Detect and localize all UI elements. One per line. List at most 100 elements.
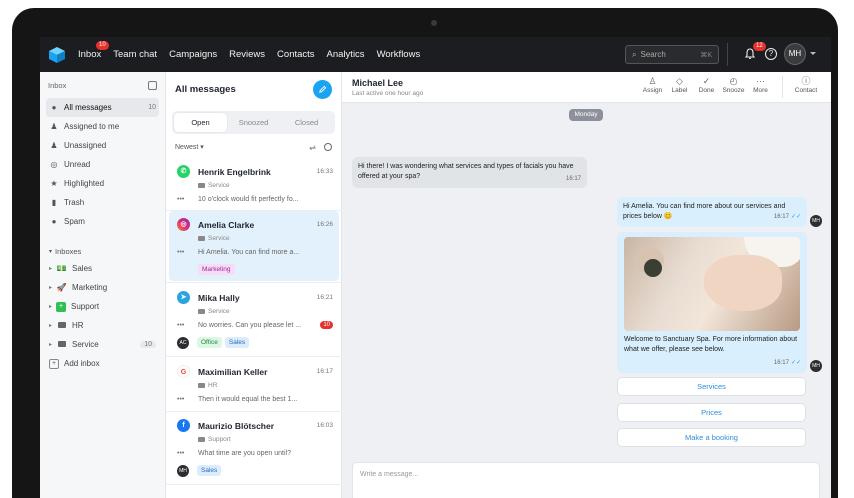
message-input[interactable]: Write a message...	[352, 462, 820, 498]
incoming-message: Hi there! I was wondering what services …	[352, 157, 587, 188]
sidebar-item-spam[interactable]: ● Spam	[46, 212, 159, 231]
sidebar-item-all-messages[interactable]: ● All messages 10	[46, 98, 159, 117]
folder-icon	[198, 235, 205, 241]
contact-name: Michael Lee	[352, 77, 404, 88]
sidebar-header: Inbox	[40, 72, 165, 98]
list-item[interactable]: f Maurizio Blötscher 16:03 Support ••• Wh…	[169, 412, 339, 484]
search-input[interactable]: ⌕ Search ⌘K	[625, 45, 719, 64]
done-button[interactable]: ✓ Done	[693, 76, 720, 94]
message-text: Welcome to Sanctuary Spa. For more infor…	[624, 336, 798, 353]
divider	[166, 282, 342, 283]
label-icon: ◇	[676, 76, 683, 86]
check-icon: ✓	[702, 76, 711, 86]
tab-snoozed[interactable]: Snoozed	[227, 113, 280, 132]
message-time: 16:17 ✓✓	[773, 213, 801, 220]
read-check-icon: ✓✓	[790, 213, 801, 220]
sidebar-item-unassigned[interactable]: ♟ Unassigned	[46, 136, 159, 155]
list-item[interactable]: ➤ Mika Hally 16:21 Service ••• No worries…	[169, 284, 339, 354]
sort-row: Newest ▾ ⇌	[166, 137, 341, 157]
sidebar-item-trash[interactable]: ▮ Trash	[46, 193, 159, 212]
inboxes-section-toggle[interactable]: ▾ Inboxes	[40, 243, 165, 259]
list-item[interactable]: ✆ Henrik Engelbrink 16:33 Service ••• 10 …	[169, 158, 339, 210]
nav-campaigns[interactable]: Campaigns	[169, 49, 217, 60]
contact-name: Henrik Engelbrink	[198, 166, 271, 177]
outgoing-media-message: Welcome to Sanctuary Spa. For more infor…	[617, 232, 807, 373]
quick-reply-make-booking[interactable]: Make a booking	[617, 428, 806, 447]
list-item[interactable]: ◎ Amelia Clarke 16:26 Service ••• Hi Amel…	[169, 211, 339, 281]
sidebar-item-highlighted[interactable]: ★ Highlighted	[46, 174, 159, 193]
google-icon: G	[177, 365, 190, 378]
nav-analytics[interactable]: Analytics	[327, 49, 365, 60]
filter-icon[interactable]: ⇌	[309, 143, 316, 152]
add-inbox-button[interactable]: + Add inbox	[46, 354, 159, 373]
whatsapp-icon: ✆	[177, 165, 190, 178]
app-logo-icon[interactable]	[48, 46, 66, 64]
quick-reply-prices[interactable]: Prices	[617, 403, 806, 422]
contact-button[interactable]: ⓘ Contact	[791, 76, 821, 94]
folder-icon	[198, 436, 205, 442]
avatar: AC	[177, 336, 189, 349]
search-icon[interactable]	[324, 143, 332, 151]
assign-button[interactable]: ♙ Assign	[639, 76, 666, 94]
tag-sales: Sales	[197, 465, 222, 476]
more-icon: •••	[177, 248, 185, 256]
snooze-button[interactable]: ◴ Snooze	[720, 76, 747, 94]
divider	[166, 484, 342, 485]
compose-button[interactable]	[313, 79, 332, 99]
quick-reply-services[interactable]: Services	[617, 377, 806, 396]
timestamp: 16:17	[316, 368, 333, 375]
sidebar-item-unread[interactable]: ◎ Unread	[46, 155, 159, 174]
telegram-icon: ➤	[177, 291, 190, 304]
sidebar-toggle-icon[interactable]	[148, 80, 157, 90]
message-preview: What time are you open until?	[198, 449, 291, 457]
chevron-down-icon[interactable]	[810, 52, 816, 55]
nav-team-chat[interactable]: Team chat	[113, 49, 157, 60]
chevron-right-icon: ▸	[49, 285, 53, 291]
timestamp: 16:21	[316, 294, 333, 301]
eye-off-icon: ◎	[50, 160, 58, 169]
help-icon[interactable]: ?	[765, 48, 777, 60]
nav-contacts[interactable]: Contacts	[277, 49, 315, 60]
chevron-right-icon: ▸	[49, 266, 53, 272]
tab-open[interactable]: Open	[174, 113, 227, 132]
agent-avatar: MH	[810, 360, 822, 372]
last-active-status: Last active one hour ago	[352, 89, 424, 97]
sidebar-inbox-hr[interactable]: ▸ HR	[46, 316, 159, 335]
divider	[782, 76, 783, 98]
folder-icon	[56, 340, 67, 349]
tab-closed[interactable]: Closed	[280, 113, 333, 132]
chat-panel: Michael Lee Last active one hour ago ♙ As…	[342, 72, 831, 498]
more-button[interactable]: ··· More	[747, 76, 774, 94]
list-item[interactable]: G Maximilian Keller 16:17 HR ••• Then it …	[169, 358, 339, 410]
sort-dropdown[interactable]: Newest ▾	[175, 143, 204, 151]
sidebar-inbox-sales[interactable]: ▸ 💵 Sales	[46, 259, 159, 278]
rocket-icon: 🚀	[56, 283, 67, 292]
contact-name: Maximilian Keller	[198, 366, 268, 377]
device-frame: Inbox 10 Team chat Campaigns Reviews Con…	[12, 8, 838, 498]
sidebar-inbox-marketing[interactable]: ▸ 🚀 Marketing	[46, 278, 159, 297]
plus-box-icon: +	[56, 301, 67, 312]
label-button[interactable]: ◇ Label	[666, 76, 693, 94]
nav-reviews[interactable]: Reviews	[229, 49, 265, 60]
list-title: All messages	[175, 83, 236, 95]
top-navigation: Inbox 10 Team chat Campaigns Reviews Con…	[40, 37, 831, 72]
nav-inbox[interactable]: Inbox 10	[78, 41, 109, 60]
chevron-down-icon: ▾	[49, 248, 53, 255]
more-icon: •••	[177, 395, 185, 403]
contact-name: Maurizio Blötscher	[198, 420, 275, 431]
folder-icon	[198, 182, 205, 188]
contact-name: Mika Hally	[198, 292, 240, 303]
sidebar-inbox-support[interactable]: ▸ + Support	[46, 297, 159, 316]
user-avatar[interactable]: MH	[784, 43, 806, 65]
folder-icon	[198, 382, 205, 388]
more-icon: •••	[177, 195, 185, 203]
nav-workflows[interactable]: Workflows	[377, 49, 421, 60]
sidebar-item-assigned-to-me[interactable]: ♟ Assigned to me	[46, 117, 159, 136]
count-badge: 10	[148, 104, 156, 111]
sidebar-inbox-service[interactable]: ▸ Service 10	[46, 335, 159, 354]
spa-facial-image[interactable]	[624, 237, 800, 331]
spam-icon: ●	[51, 217, 57, 226]
message-time: 16:17	[565, 175, 581, 182]
contact-info[interactable]: Michael Lee Last active one hour ago	[352, 78, 423, 97]
money-icon: 💵	[56, 264, 67, 273]
